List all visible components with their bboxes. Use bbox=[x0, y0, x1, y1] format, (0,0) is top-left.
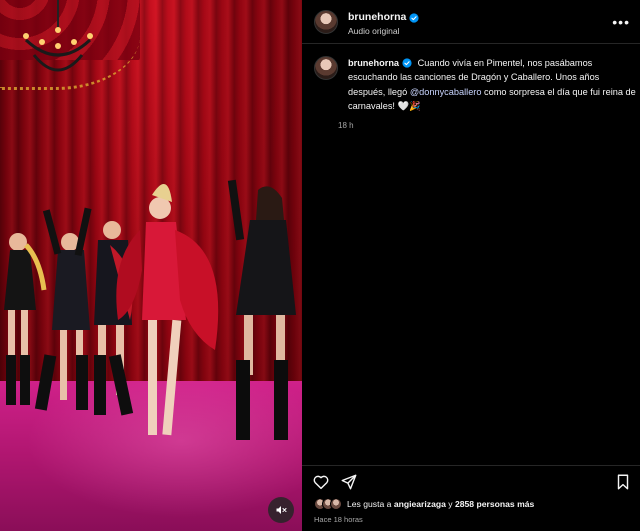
likes-first-user[interactable]: angiearizaga bbox=[394, 499, 446, 509]
mute-button[interactable] bbox=[268, 497, 294, 523]
post-actions-bar bbox=[302, 465, 640, 497]
post-video[interactable] bbox=[0, 0, 302, 531]
likes-connector: y bbox=[448, 499, 453, 509]
caption-author-avatar[interactable] bbox=[314, 56, 338, 80]
likes-others[interactable]: 2858 personas más bbox=[455, 499, 534, 509]
post-header: brunehorna Audio original ••• bbox=[302, 0, 640, 44]
speaker-muted-icon bbox=[276, 506, 287, 514]
caption-text: brunehorna Cuando vivía en Pimentel, nos… bbox=[348, 56, 638, 113]
audio-label[interactable]: Audio original bbox=[348, 26, 419, 37]
likes-text: Les gusta a angiearizaga y 2858 personas… bbox=[347, 499, 534, 509]
chandelier-image bbox=[23, 0, 93, 72]
post-caption: brunehorna Cuando vivía en Pimentel, nos… bbox=[302, 44, 640, 130]
caption-timestamp[interactable]: 18 h bbox=[338, 121, 638, 130]
heart-icon[interactable] bbox=[312, 473, 330, 491]
mention-link[interactable]: @donnycaballero bbox=[410, 87, 482, 97]
verified-badge-icon bbox=[402, 58, 412, 68]
more-options-button[interactable]: ••• bbox=[612, 14, 630, 30]
paper-plane-icon[interactable] bbox=[340, 473, 358, 491]
dancers-image bbox=[4, 179, 296, 440]
likes-summary[interactable]: Les gusta a angiearizaga y 2858 personas… bbox=[314, 498, 534, 510]
verified-badge-icon bbox=[409, 13, 419, 23]
author-avatar[interactable] bbox=[314, 9, 338, 34]
caption-author-username[interactable]: brunehorna bbox=[348, 56, 399, 70]
caption-author-link[interactable]: brunehorna bbox=[348, 56, 412, 70]
author-username[interactable]: brunehorna bbox=[348, 11, 406, 24]
post-details-panel: brunehorna Audio original ••• brunehorna bbox=[302, 0, 640, 531]
liker-avatar bbox=[330, 498, 342, 510]
post-timestamp[interactable]: Hace 18 horas bbox=[314, 515, 363, 524]
more-horizontal-icon: ••• bbox=[612, 14, 630, 30]
author-username-link[interactable]: brunehorna bbox=[348, 11, 419, 24]
bookmark-icon[interactable] bbox=[614, 473, 632, 491]
likes-prefix: Les gusta a bbox=[347, 499, 392, 509]
